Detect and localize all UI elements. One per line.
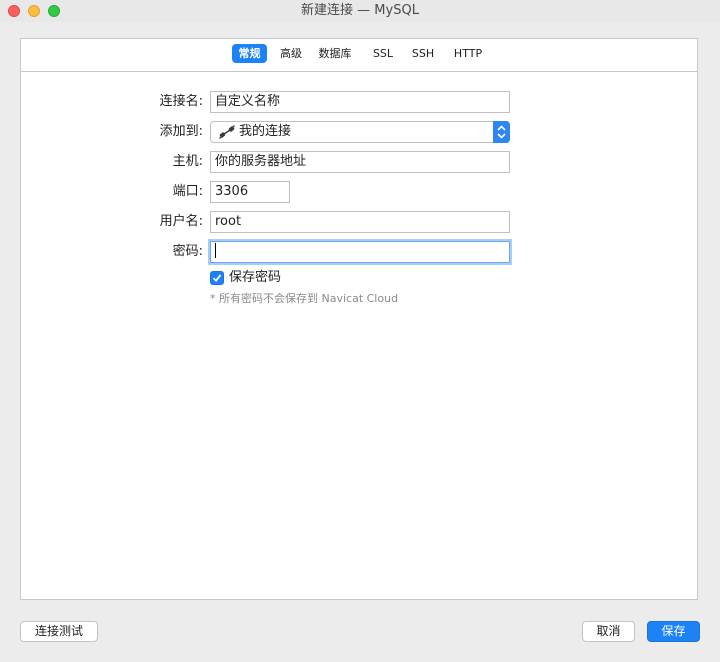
save-button[interactable]: 保存	[647, 621, 700, 642]
save-password-label[interactable]: 保存密码	[229, 267, 281, 289]
port-input[interactable]: 3306	[210, 181, 290, 203]
connection-name-input[interactable]: 自定义名称	[210, 91, 510, 113]
text-caret	[215, 243, 216, 258]
chevron-up-down-icon	[493, 121, 510, 143]
add-to-value: 我的连接	[239, 124, 292, 139]
tab-advanced[interactable]: 高级	[274, 44, 308, 63]
test-connection-button[interactable]: 连接测试	[20, 621, 98, 642]
password-input[interactable]	[210, 241, 510, 263]
save-password-checkbox[interactable]	[210, 271, 224, 285]
host-label: 主机:	[172, 154, 203, 169]
tab-bar: 常规 高级 数据库 SSL SSH HTTP	[21, 39, 697, 72]
tab-ssl[interactable]: SSL	[368, 44, 398, 63]
connection-name-label: 连接名:	[159, 94, 203, 109]
password-cloud-note: * 所有密码不会保存到 Navicat Cloud	[210, 292, 399, 305]
username-input[interactable]: root	[210, 211, 510, 233]
add-to-label: 添加到:	[159, 124, 203, 139]
title-bar[interactable]: 新建连接 — MySQL	[0, 0, 720, 22]
window-title: 新建连接 — MySQL	[301, 3, 419, 18]
checkmark-icon	[212, 274, 222, 283]
cancel-button[interactable]: 取消	[582, 621, 635, 642]
tab-http[interactable]: HTTP	[448, 44, 488, 63]
port-label: 端口:	[172, 184, 203, 199]
password-label: 密码:	[172, 244, 203, 259]
add-to-select[interactable]: 我的连接	[210, 121, 510, 143]
connection-plug-icon	[219, 125, 235, 139]
username-label: 用户名:	[159, 214, 203, 229]
tab-general[interactable]: 常规	[232, 44, 267, 63]
tab-ssh[interactable]: SSH	[407, 44, 439, 63]
settings-panel: 常规 高级 数据库 SSL SSH HTTP 连接名: 自定义名称 添加到: 我…	[20, 38, 698, 600]
new-connection-window: 新建连接 — MySQL 常规 高级 数据库 SSL SSH HTTP 连接名:…	[0, 0, 720, 662]
tab-databases[interactable]: 数据库	[315, 44, 355, 63]
host-input[interactable]: 你的服务器地址	[210, 151, 510, 173]
